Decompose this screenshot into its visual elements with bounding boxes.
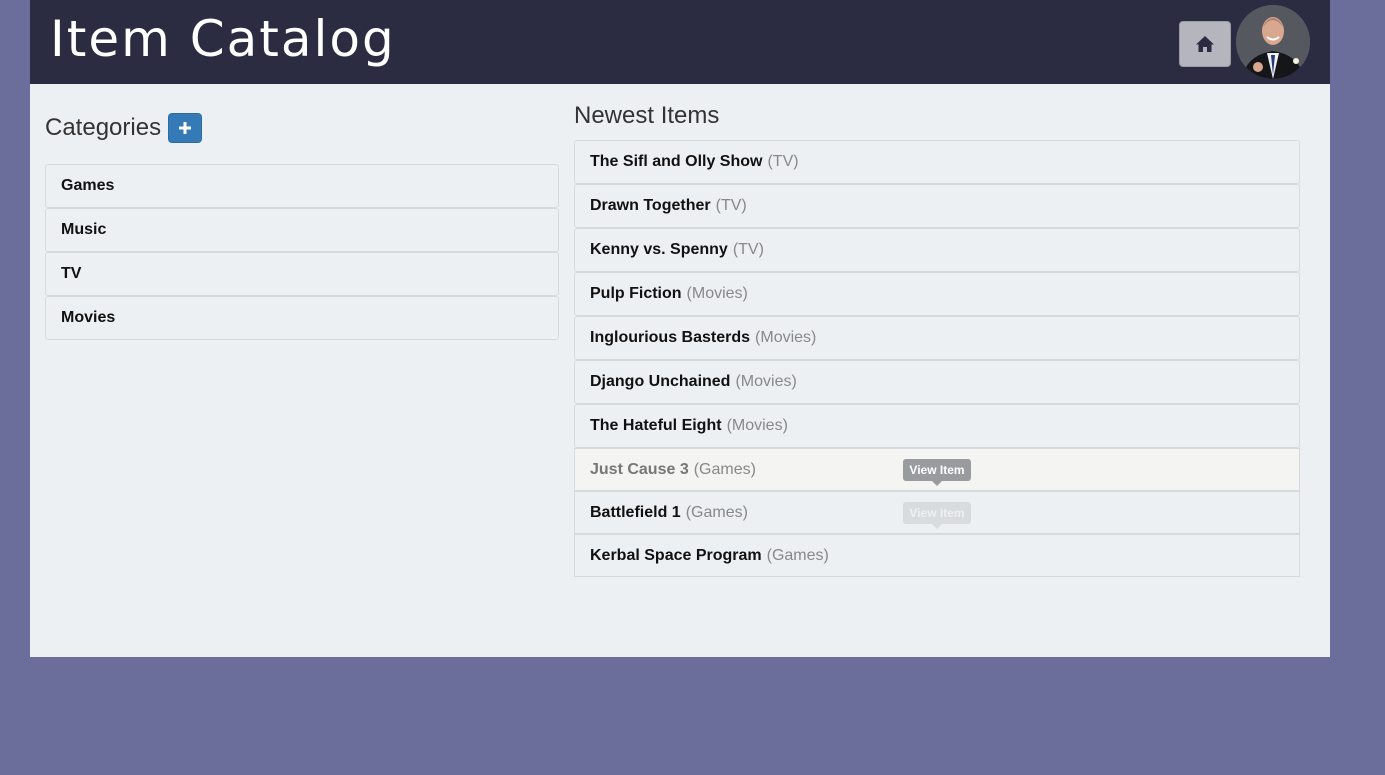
item-category: (Games) (685, 503, 748, 521)
item-category: (Movies) (686, 285, 748, 302)
categories-title: Categories (45, 114, 162, 141)
list-item[interactable]: The Hateful Eight (Movies) (574, 404, 1300, 448)
item-category: (Movies) (726, 417, 788, 434)
user-avatar[interactable] (1236, 5, 1310, 79)
home-button[interactable] (1179, 21, 1231, 67)
list-item[interactable]: Pulp Fiction (Movies) (574, 272, 1300, 316)
item-name: Django Unchained (590, 373, 731, 390)
category-item-games[interactable]: Games (45, 164, 559, 208)
app-title: Item Catalog (50, 10, 396, 68)
item-name: Kerbal Space Program (590, 546, 762, 564)
page-container: Item Catalog Categories Games Music TV M… (30, 0, 1330, 657)
list-item[interactable]: The Sifl and Olly Show (TV) (574, 140, 1300, 184)
newest-items-list: The Sifl and Olly Show (TV) Drawn Togeth… (574, 140, 1300, 577)
newest-items-heading: Newest Items (574, 102, 720, 129)
list-item[interactable]: Kenny vs. Spenny (TV) (574, 228, 1300, 272)
item-category: (Movies) (755, 329, 817, 346)
item-name: Just Cause 3 (590, 460, 689, 478)
item-name: Battlefield 1 (590, 503, 681, 521)
item-category: (Movies) (735, 373, 797, 390)
avatar-image (1236, 5, 1310, 79)
item-category: (Games) (766, 546, 829, 564)
item-name: The Hateful Eight (590, 417, 722, 434)
list-item[interactable]: Drawn Together (TV) (574, 184, 1300, 228)
item-name: Inglourious Basterds (590, 329, 751, 346)
app-header: Item Catalog (30, 0, 1330, 84)
category-item-movies[interactable]: Movies (45, 296, 559, 340)
item-name: The Sifl and Olly Show (590, 153, 763, 170)
list-item[interactable]: Inglourious Basterds (Movies) (574, 316, 1300, 360)
add-category-button[interactable] (168, 113, 203, 143)
list-item[interactable]: Kerbal Space Program (Games) (574, 534, 1300, 577)
list-item-hovered[interactable]: Just Cause 3 (Games) View Item (574, 448, 1300, 491)
list-item[interactable]: Django Unchained (Movies) (574, 360, 1300, 404)
category-list: Games Music TV Movies (45, 164, 559, 340)
item-category: (TV) (732, 241, 764, 258)
item-name: Kenny vs. Spenny (590, 241, 728, 258)
item-category: (Games) (693, 460, 756, 478)
view-item-tooltip: View Item (903, 459, 971, 486)
item-name: Drawn Together (590, 197, 711, 214)
item-category: (TV) (767, 153, 799, 170)
home-icon (1196, 36, 1214, 52)
category-item-tv[interactable]: TV (45, 252, 559, 296)
view-item-tooltip: View Item (903, 502, 971, 529)
item-category: (TV) (715, 197, 747, 214)
item-name: Pulp Fiction (590, 285, 682, 302)
list-item[interactable]: Battlefield 1 (Games) View Item (574, 491, 1300, 534)
category-item-music[interactable]: Music (45, 208, 559, 252)
plus-icon (179, 122, 192, 134)
categories-heading: Categories (45, 113, 203, 143)
